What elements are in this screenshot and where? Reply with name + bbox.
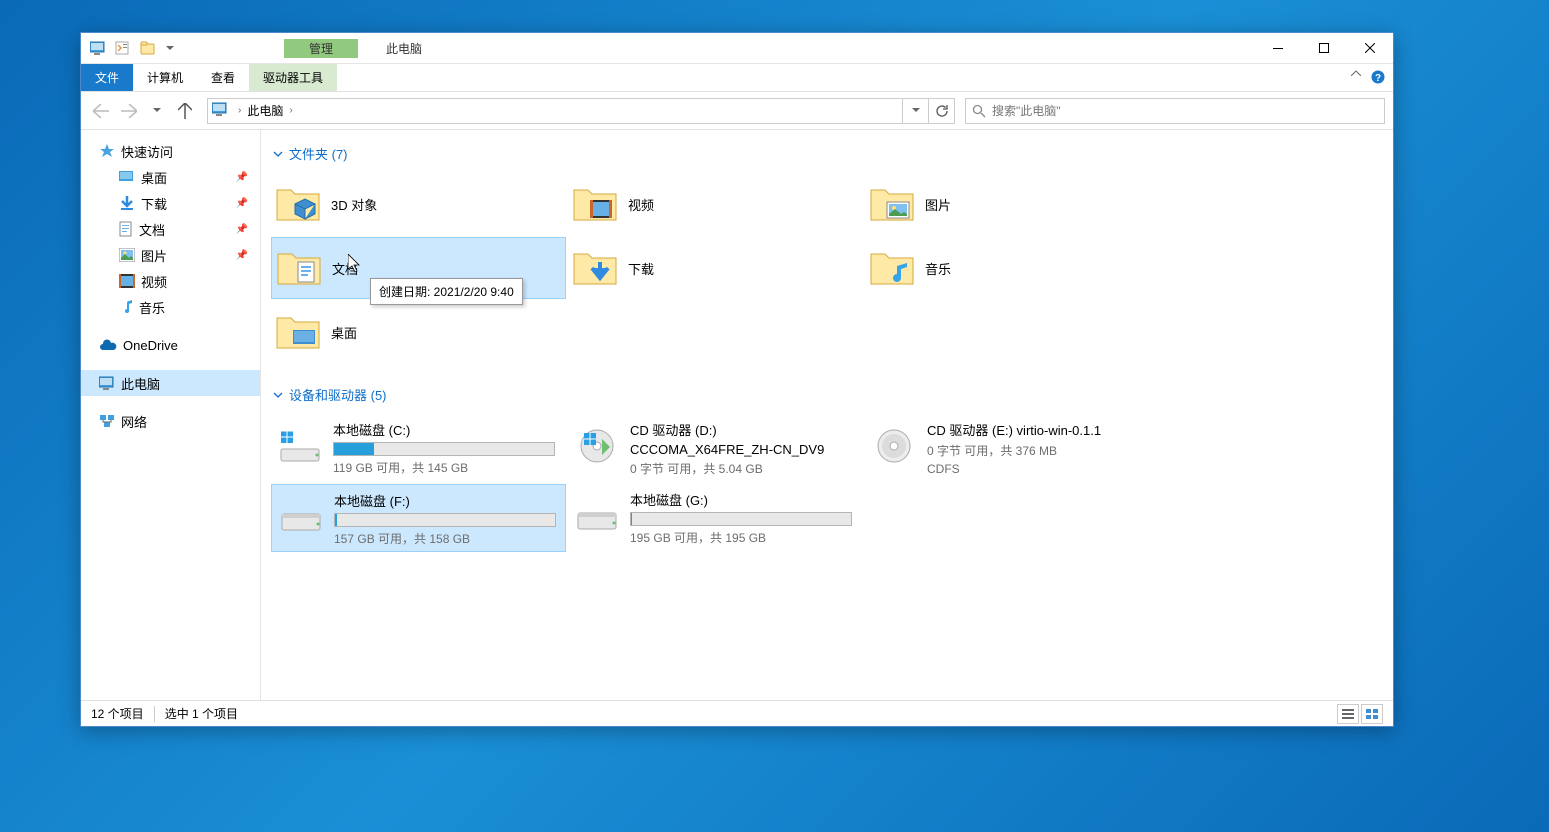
nav-up-button[interactable] xyxy=(173,99,197,123)
folder-music-icon xyxy=(869,248,915,288)
folder-desktop[interactable]: 桌面 xyxy=(271,301,566,363)
tree-pictures[interactable]: 图片📌 xyxy=(81,242,260,268)
folder-3d-icon xyxy=(275,184,321,224)
folder-video-icon xyxy=(572,184,618,224)
window-title: 此电脑 xyxy=(358,40,1255,57)
qat-new-folder[interactable] xyxy=(137,37,159,59)
folder-music[interactable]: 音乐 xyxy=(865,237,1160,299)
hdd-icon xyxy=(574,495,620,535)
folder-download-icon xyxy=(572,248,618,288)
document-icon xyxy=(119,221,133,237)
tree-desktop[interactable]: 桌面📌 xyxy=(81,164,260,190)
breadcrumb-this-pc[interactable]: 此电脑 xyxy=(243,102,287,119)
drive-usage-bar xyxy=(630,512,852,526)
drive-e[interactable]: CD 驱动器 (E:) virtio-win-0.1.1 0 字节 可用，共 3… xyxy=(865,414,1160,482)
pin-icon: 📌 xyxy=(236,224,248,235)
tree-downloads[interactable]: 下载📌 xyxy=(81,190,260,216)
address-icon xyxy=(212,102,230,120)
pin-icon: 📌 xyxy=(236,172,248,183)
folder-downloads[interactable]: 下载 xyxy=(568,237,863,299)
qat-dropdown[interactable] xyxy=(163,37,177,59)
drive-c[interactable]: 本地磁盘 (C:) 119 GB 可用，共 145 GB xyxy=(271,414,566,482)
group-header-devices[interactable]: 设备和驱动器 (5) xyxy=(271,379,1383,414)
drive-d[interactable]: CD 驱动器 (D:) CCCOMA_X64FRE_ZH-CN_DV9 0 字节… xyxy=(568,414,863,482)
folder-3d-objects[interactable]: 3D 对象 xyxy=(271,173,566,235)
network-icon xyxy=(99,414,115,428)
chevron-down-icon xyxy=(273,390,283,400)
tree-network[interactable]: 网络 xyxy=(81,408,260,434)
chevron-down-icon xyxy=(273,149,283,159)
cloud-icon xyxy=(99,339,117,351)
ribbon-tab-drive-tools[interactable]: 驱动器工具 xyxy=(249,64,337,91)
nav-forward-button[interactable] xyxy=(117,99,141,123)
cd-windows-icon xyxy=(574,425,620,465)
folder-documents[interactable]: 文档 创建日期: 2021/2/20 9:40 xyxy=(271,237,566,299)
ribbon-tab-computer[interactable]: 计算机 xyxy=(133,64,197,91)
tooltip: 创建日期: 2021/2/20 9:40 xyxy=(370,278,523,305)
address-bar[interactable]: › 此电脑 › xyxy=(207,98,955,124)
app-icon xyxy=(89,39,107,57)
navigation-pane: 快速访问 桌面📌 下载📌 文档📌 图片📌 视频 xyxy=(81,130,261,700)
view-details-button[interactable] xyxy=(1337,704,1359,724)
star-icon xyxy=(99,143,115,159)
hdd-windows-icon xyxy=(277,425,323,465)
download-icon xyxy=(119,195,135,211)
ribbon-tabs: 文件 计算机 查看 驱动器工具 ? xyxy=(81,64,1393,92)
address-history-dropdown[interactable] xyxy=(902,99,928,123)
maximize-button[interactable] xyxy=(1301,33,1347,63)
folder-videos[interactable]: 视频 xyxy=(568,173,863,235)
ribbon-contextual-label: 管理 xyxy=(284,39,358,58)
drive-usage-bar xyxy=(333,442,555,456)
status-bar: 12 个项目 选中 1 个项目 xyxy=(81,700,1393,726)
help-icon[interactable]: ? xyxy=(1371,70,1385,84)
minimize-button[interactable] xyxy=(1255,33,1301,63)
tree-documents[interactable]: 文档📌 xyxy=(81,216,260,242)
drive-f[interactable]: 本地磁盘 (F:) 157 GB 可用，共 158 GB xyxy=(271,484,566,552)
drive-usage-bar xyxy=(334,513,556,527)
folder-pictures[interactable]: 图片 xyxy=(865,173,1160,235)
status-selection: 选中 1 个项目 xyxy=(165,705,238,722)
tree-onedrive[interactable]: OneDrive xyxy=(81,332,260,358)
cd-icon xyxy=(871,425,917,465)
nav-back-button[interactable] xyxy=(89,99,113,123)
desktop-icon xyxy=(119,170,135,184)
title-bar: 管理 此电脑 xyxy=(81,33,1393,64)
folder-desktop-icon xyxy=(275,312,321,352)
ribbon-tab-view[interactable]: 查看 xyxy=(197,64,249,91)
ribbon-tab-file[interactable]: 文件 xyxy=(81,64,133,91)
content-pane: 文件夹 (7) 3D 对象 视频 图片 文 xyxy=(261,130,1393,700)
folder-document-icon xyxy=(276,248,322,288)
explorer-window: 管理 此电脑 文件 计算机 查看 驱动器工具 ? › 此电脑 xyxy=(80,32,1394,727)
view-tiles-button[interactable] xyxy=(1361,704,1383,724)
pin-icon: 📌 xyxy=(236,198,248,209)
qat-properties[interactable] xyxy=(111,37,133,59)
group-header-folders[interactable]: 文件夹 (7) xyxy=(271,138,1383,173)
tree-this-pc[interactable]: 此电脑 xyxy=(81,370,260,396)
video-icon xyxy=(119,274,135,288)
chevron-right-icon[interactable]: › xyxy=(287,105,294,116)
navigation-bar: › 此电脑 › xyxy=(81,92,1393,130)
ribbon-collapse-icon[interactable] xyxy=(1351,70,1361,76)
close-button[interactable] xyxy=(1347,33,1393,63)
hdd-icon xyxy=(278,496,324,536)
search-input[interactable] xyxy=(992,104,1378,118)
picture-icon xyxy=(119,248,135,262)
drive-g[interactable]: 本地磁盘 (G:) 195 GB 可用，共 195 GB xyxy=(568,484,863,552)
tree-music[interactable]: 音乐 xyxy=(81,294,260,320)
chevron-right-icon[interactable]: › xyxy=(236,105,243,116)
search-bar[interactable] xyxy=(965,98,1385,124)
pin-icon: 📌 xyxy=(236,250,248,261)
svg-text:?: ? xyxy=(1375,73,1381,84)
music-icon xyxy=(119,299,133,315)
refresh-button[interactable] xyxy=(928,99,954,123)
search-icon xyxy=(972,104,986,118)
computer-icon xyxy=(99,376,115,390)
nav-recent-dropdown[interactable] xyxy=(145,99,169,123)
tree-quick-access[interactable]: 快速访问 xyxy=(81,138,260,164)
folder-picture-icon xyxy=(869,184,915,224)
tree-videos[interactable]: 视频 xyxy=(81,268,260,294)
status-item-count: 12 个项目 xyxy=(91,705,144,722)
